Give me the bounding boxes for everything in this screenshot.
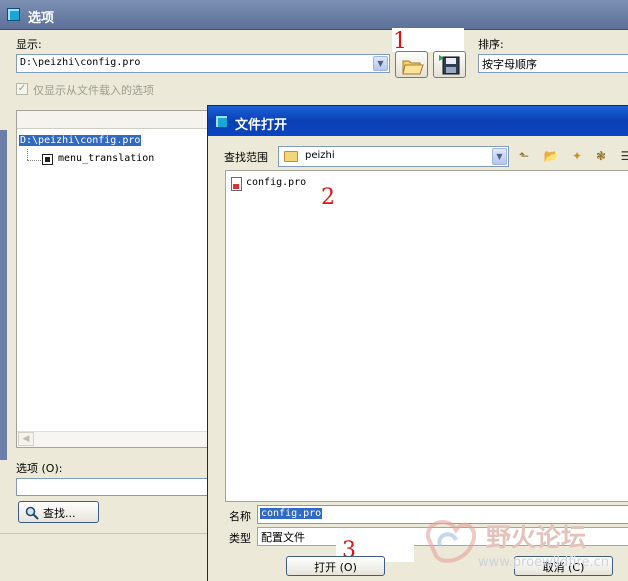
scroll-left-icon[interactable]: ◀ xyxy=(18,432,34,446)
tree-header xyxy=(17,111,207,129)
tree-child-item[interactable]: menu_translation xyxy=(58,153,154,164)
search-icon xyxy=(25,506,39,520)
watermark-text: 野火论坛 xyxy=(486,523,587,552)
open-button[interactable]: 打开 (O) xyxy=(286,556,385,576)
tree-connector xyxy=(27,149,28,160)
window-icon xyxy=(215,115,228,128)
open-button-label: 打开 (O) xyxy=(314,561,357,574)
options-title-bar: 选项 xyxy=(0,0,628,30)
file-icon xyxy=(231,177,242,191)
display-label: 显示: xyxy=(16,38,42,51)
file-item[interactable]: config.pro xyxy=(231,176,311,193)
file-item-label: config.pro xyxy=(246,177,307,188)
window-icon xyxy=(7,8,20,21)
dialog-title-bar: 文件打开 xyxy=(208,106,628,136)
file-name-value: config.pro xyxy=(260,508,323,519)
watermark-url: www.proewildfire.cn xyxy=(478,555,609,570)
open-file-button[interactable] xyxy=(395,51,428,78)
chevron-down-icon[interactable]: ▼ xyxy=(373,56,388,71)
display-combo[interactable]: D:\peizhi\config.pro ▼ xyxy=(16,54,390,73)
display-value: D:\peizhi\config.pro xyxy=(20,57,141,68)
file-open-dialog: 文件打开 查找范围 peizhi ▼ ⬑ 📂 ✦ ❃ ☰ config.pro … xyxy=(207,105,628,581)
file-name-label: 名称 xyxy=(229,510,251,523)
folder-icon xyxy=(284,151,298,162)
sort-label: 排序: xyxy=(478,38,504,51)
left-edge-strip xyxy=(0,130,7,460)
sort-value: 按字母顺序 xyxy=(482,58,537,71)
only-loaded-checkbox[interactable]: ✓ xyxy=(16,83,28,95)
sort-combo[interactable]: 按字母顺序 xyxy=(478,54,628,73)
new-folder-icon[interactable]: ✦ xyxy=(567,147,587,165)
dialog-title: 文件打开 xyxy=(235,118,288,133)
open-folder-icon xyxy=(402,60,424,75)
find-button-label: 查找... xyxy=(43,507,76,520)
look-in-combo[interactable]: peizhi ▼ xyxy=(278,146,509,167)
tree-root-item[interactable]: D:\peizhi\config.pro xyxy=(19,135,142,146)
tree-hscrollbar[interactable]: ◀ xyxy=(17,431,207,447)
watermark-logo xyxy=(425,520,476,563)
file-list[interactable]: config.pro 2 xyxy=(225,170,628,502)
option-leaf-icon xyxy=(42,154,53,165)
view-menu-icon[interactable]: ☰ xyxy=(616,147,628,165)
save-file-button[interactable] xyxy=(433,51,466,78)
options-tree-panel[interactable]: D:\peizhi\config.pro menu_translation ◀ xyxy=(16,110,208,448)
look-in-label: 查找范围 xyxy=(224,151,268,164)
file-type-label: 类型 xyxy=(229,532,251,545)
open-folder-icon[interactable]: 📂 xyxy=(541,147,561,165)
find-button[interactable]: 查找... xyxy=(18,501,99,523)
divider xyxy=(0,533,208,534)
favorite-folder-icon[interactable]: ❃ xyxy=(591,147,611,165)
up-folder-icon[interactable]: ⬑ xyxy=(514,147,534,165)
save-icon xyxy=(439,55,460,75)
file-type-value: 配置文件 xyxy=(261,531,305,544)
annotation-2: 2 xyxy=(321,185,335,210)
option-label: 选项 (O): xyxy=(16,462,63,475)
options-title: 选项 xyxy=(28,11,55,26)
chevron-down-icon[interactable]: ▼ xyxy=(492,148,507,165)
only-loaded-label: 仅显示从文件载入的选项 xyxy=(33,84,154,97)
option-input[interactable] xyxy=(16,478,208,496)
tree-connector xyxy=(27,160,41,161)
look-in-value: peizhi xyxy=(305,150,335,161)
